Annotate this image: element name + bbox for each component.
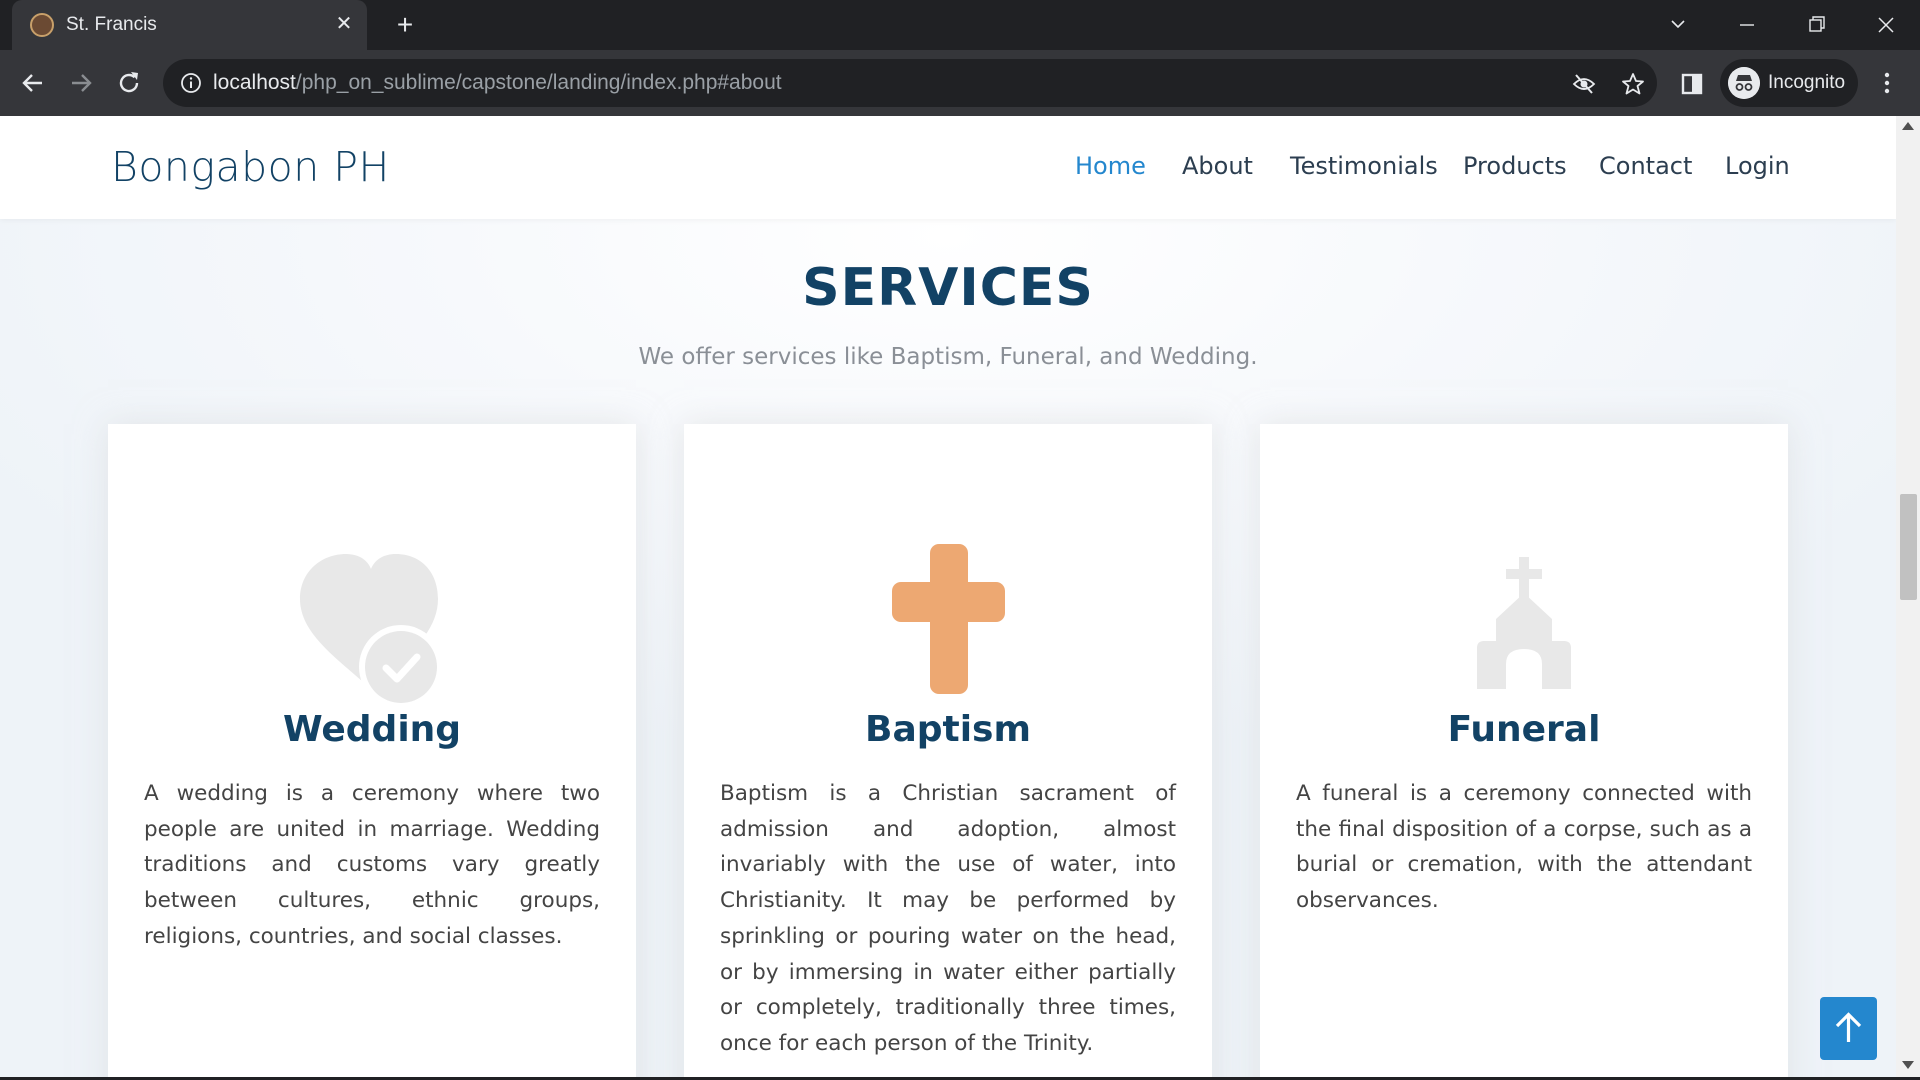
site-favicon-icon bbox=[30, 13, 54, 37]
tab-title: St. Francis bbox=[66, 14, 157, 35]
browser-tab[interactable]: St. Francis ✕ bbox=[12, 0, 367, 50]
service-card-wedding[interactable]: Wedding A wedding is a ceremony where tw… bbox=[108, 424, 636, 1077]
back-icon[interactable] bbox=[14, 64, 52, 102]
service-title: Funeral bbox=[1447, 709, 1601, 750]
service-title: Wedding bbox=[282, 709, 462, 750]
profile-label: Incognito bbox=[1768, 72, 1846, 93]
reload-icon[interactable] bbox=[110, 64, 148, 102]
nav-products[interactable]: Products bbox=[1463, 152, 1567, 180]
eye-off-icon[interactable] bbox=[1571, 71, 1597, 97]
forward-icon[interactable] bbox=[62, 64, 100, 102]
heart-check-icon bbox=[300, 554, 443, 709]
site-logo[interactable]: Bongabon PH bbox=[111, 143, 390, 191]
arrow-up-icon bbox=[1835, 1012, 1862, 1042]
close-window-icon[interactable] bbox=[1866, 8, 1906, 42]
service-title: Baptism bbox=[865, 709, 1031, 750]
browser-tab-bar: St. Francis ✕ + bbox=[0, 0, 1920, 50]
nav-home[interactable]: Home bbox=[1075, 152, 1146, 180]
incognito-icon bbox=[1728, 67, 1760, 99]
scroll-down-arrow-icon[interactable] bbox=[1902, 1061, 1914, 1069]
nav-testimonials[interactable]: Testimonials bbox=[1290, 152, 1438, 180]
scrollbar-thumb[interactable] bbox=[1900, 494, 1917, 600]
service-description: Baptism is a Christian sacrament of admi… bbox=[720, 781, 1176, 1056]
close-tab-icon[interactable]: ✕ bbox=[332, 12, 356, 36]
nav-contact[interactable]: Contact bbox=[1599, 152, 1692, 180]
nav-about[interactable]: About bbox=[1182, 152, 1253, 180]
nav-login[interactable]: Login bbox=[1725, 152, 1790, 180]
address-bar[interactable]: localhost/php_on_sublime/capstone/landin… bbox=[163, 59, 1657, 107]
restore-icon[interactable] bbox=[1796, 8, 1836, 42]
side-panel-icon[interactable] bbox=[1673, 65, 1711, 103]
site-header: Bongabon PH Home About Testimonials Prod… bbox=[0, 116, 1896, 219]
section-subtitle: We offer services like Baptism, Funeral,… bbox=[638, 344, 1258, 370]
site-info-icon[interactable] bbox=[179, 71, 203, 95]
page-scrollbar[interactable] bbox=[1896, 116, 1920, 1077]
bookmark-star-icon[interactable] bbox=[1620, 71, 1646, 97]
browser-toolbar: localhost/php_on_sublime/capstone/landin… bbox=[0, 50, 1920, 116]
url-text: localhost/php_on_sublime/capstone/landin… bbox=[213, 71, 782, 94]
service-description: A funeral is a ceremony connected with t… bbox=[1296, 781, 1752, 914]
back-to-top-button[interactable] bbox=[1820, 997, 1877, 1060]
scroll-up-arrow-icon[interactable] bbox=[1902, 122, 1914, 130]
tab-search-icon[interactable] bbox=[1658, 8, 1698, 42]
browser-menu-icon[interactable] bbox=[1868, 64, 1906, 102]
new-tab-button[interactable]: + bbox=[390, 10, 420, 40]
service-card-funeral[interactable]: Funeral A funeral is a ceremony connecte… bbox=[1260, 424, 1788, 1077]
cross-icon bbox=[892, 544, 1005, 694]
church-icon bbox=[1477, 557, 1571, 689]
section-title: SERVICES bbox=[802, 258, 1094, 318]
minimize-icon[interactable] bbox=[1727, 8, 1767, 42]
service-card-baptism[interactable]: Baptism Baptism is a Christian sacrament… bbox=[684, 424, 1212, 1077]
page-viewport: Bongabon PH Home About Testimonials Prod… bbox=[0, 116, 1896, 1077]
service-description: A wedding is a ceremony where two people… bbox=[144, 781, 600, 949]
incognito-profile-button[interactable]: Incognito bbox=[1720, 59, 1858, 107]
